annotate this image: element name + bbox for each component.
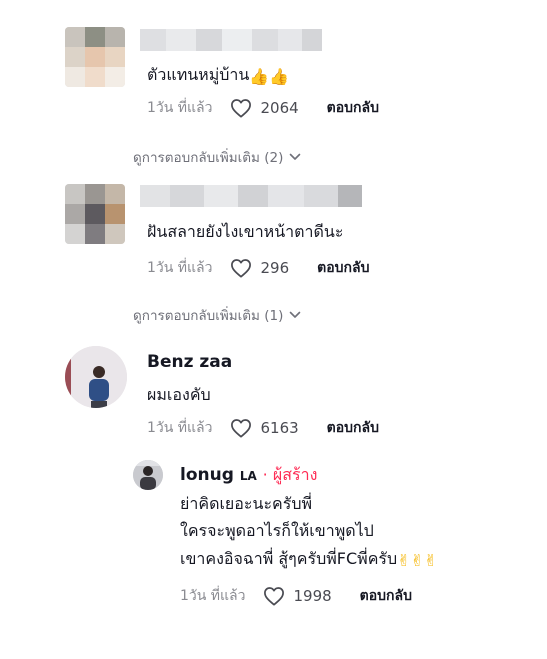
avatar-blurred[interactable] bbox=[65, 184, 125, 244]
heart-outline-icon bbox=[231, 99, 252, 118]
comment-2: ฝันสลายยังไงเขาหน้าตาดีนะ 1วัน ที่แล้ว 2… bbox=[0, 170, 547, 330]
comment-meta: 1วัน ที่แล้ว 2064 ตอบกลับ bbox=[147, 97, 379, 119]
timestamp: 1วัน ที่แล้ว bbox=[147, 420, 213, 436]
user-tag: LA bbox=[239, 469, 257, 483]
victory-hand-emoji-icon: ✌✌✌ bbox=[397, 551, 438, 570]
thumbs-up-emoji-icon: 👍👍 bbox=[249, 67, 290, 86]
avatar-photo bbox=[133, 460, 163, 490]
reply-username-row: lonug LA · ผู้สร้าง bbox=[180, 463, 317, 488]
chevron-down-icon bbox=[290, 311, 301, 318]
reply-button[interactable]: ตอบกลับ bbox=[327, 97, 379, 119]
reply-button[interactable]: ตอบกลับ bbox=[317, 257, 369, 279]
creator-reply: lonug LA · ผู้สร้าง ย่าคิดเยอะนะครับพี่ … bbox=[0, 455, 547, 615]
comment-3: Benz zaa ผมเองคับ 1วัน ที่แล้ว 6163 ตอบก… bbox=[0, 340, 547, 450]
reply-line-1: ย่าคิดเยอะนะครับพี่ bbox=[180, 494, 313, 513]
like-count: 2064 bbox=[260, 99, 299, 117]
view-more-replies[interactable]: ดูการตอบกลับเพิ่มเติม (2) bbox=[133, 146, 301, 168]
comment-text: ฝันสลายยังไงเขาหน้าตาดีนะ bbox=[147, 222, 344, 241]
heart-outline-icon bbox=[231, 259, 252, 278]
like-button[interactable]: 296 bbox=[230, 258, 289, 278]
comment-thread: ตัวแทนหมู่บ้าน👍👍 1วัน ที่แล้ว 2064 ตอบกล… bbox=[0, 0, 547, 659]
like-count: 296 bbox=[260, 259, 290, 277]
like-count: 1998 bbox=[293, 587, 332, 605]
reply-username[interactable]: lonug bbox=[180, 465, 234, 485]
like-button[interactable]: 1998 bbox=[263, 586, 332, 606]
reply-meta: 1วัน ที่แล้ว 1998 ตอบกลับ bbox=[180, 585, 412, 607]
avatar-photo bbox=[65, 346, 127, 408]
heart-outline-icon bbox=[231, 419, 252, 438]
comment-1: ตัวแทนหมู่บ้าน👍👍 1วัน ที่แล้ว 2064 ตอบกล… bbox=[0, 0, 547, 170]
comment-text: ผมเองคับ bbox=[147, 385, 211, 404]
reply-line-3: เขาคงอิจฉาพี่ สู้ๆครับพี่FCพี่ครับ✌✌✌ bbox=[180, 549, 438, 570]
like-button[interactable]: 6163 bbox=[230, 418, 299, 438]
timestamp: 1วัน ที่แล้ว bbox=[180, 588, 246, 604]
comment-username[interactable]: Benz zaa bbox=[147, 352, 232, 372]
username-blurred[interactable] bbox=[140, 185, 362, 207]
timestamp: 1วัน ที่แล้ว bbox=[147, 100, 213, 116]
reply-line-2: ใครจะพูดอาไรก็ให้เขาพูดไป bbox=[180, 521, 374, 540]
view-more-label: ดูการตอบกลับเพิ่มเติม (1) bbox=[133, 308, 284, 324]
chevron-down-icon bbox=[290, 153, 301, 160]
avatar[interactable] bbox=[133, 460, 163, 490]
reply-button[interactable]: ตอบกลับ bbox=[360, 585, 412, 607]
like-count: 6163 bbox=[260, 419, 299, 437]
username-blurred[interactable] bbox=[140, 29, 322, 51]
avatar-blurred[interactable] bbox=[65, 27, 125, 87]
avatar[interactable] bbox=[65, 346, 127, 408]
comment-meta: 1วัน ที่แล้ว 296 ตอบกลับ bbox=[147, 257, 369, 279]
comment-meta: 1วัน ที่แล้ว 6163 ตอบกลับ bbox=[147, 417, 379, 439]
view-more-replies[interactable]: ดูการตอบกลับเพิ่มเติม (1) bbox=[133, 304, 301, 326]
creator-badge: · ผู้สร้าง bbox=[262, 465, 318, 484]
view-more-label: ดูการตอบกลับเพิ่มเติม (2) bbox=[133, 150, 284, 166]
timestamp: 1วัน ที่แล้ว bbox=[147, 260, 213, 276]
comment-text: ตัวแทนหมู่บ้าน👍👍 bbox=[147, 65, 290, 86]
like-button[interactable]: 2064 bbox=[230, 98, 299, 118]
reply-button[interactable]: ตอบกลับ bbox=[327, 417, 379, 439]
heart-outline-icon bbox=[264, 587, 285, 606]
